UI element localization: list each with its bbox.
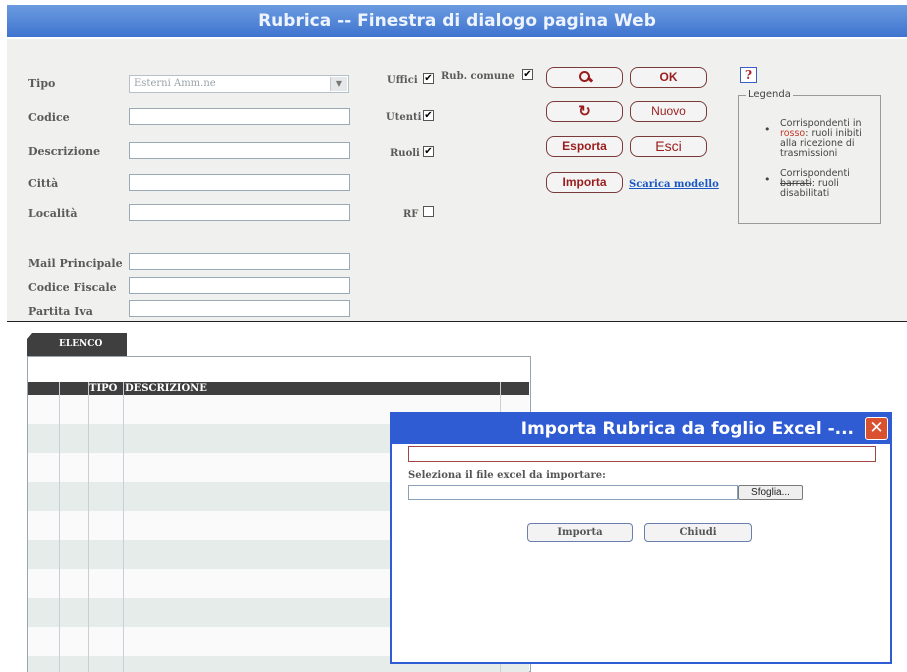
tipo-select[interactable]: Esterni Amm.ne ▼ [129,75,349,93]
form-divider [7,321,907,322]
search-button[interactable] [546,67,623,88]
col-descrizione-header: DESCRIZIONE [125,383,207,394]
ruoli-checkbox[interactable]: ✔ [423,146,434,157]
localita-label: Località [28,207,78,220]
partita-iva-label: Partita Iva [28,305,93,318]
ruoli-label: Ruoli [390,148,420,159]
descrizione-label: Descrizione [28,145,101,158]
dialog-importa-button[interactable]: Importa [527,523,633,542]
mail-principale-input[interactable] [129,253,350,270]
rub-comune-label: Rub. comune [441,71,515,82]
grid-col-divider [88,382,89,672]
ok-button[interactable]: OK [630,67,707,88]
codice-fiscale-input[interactable] [129,277,350,294]
rub-comune-checkbox[interactable]: ✔ [522,69,533,80]
rf-checkbox[interactable] [423,206,434,217]
mail-principale-label: Mail Principale [28,257,123,270]
grid-col-divider [59,382,60,672]
nuovo-button[interactable]: Nuovo [630,101,707,122]
codice-fiscale-label: Codice Fiscale [28,281,117,294]
citta-input[interactable] [129,174,350,191]
grid-header: TIPO DESCRIZIONE [28,382,529,395]
codice-input[interactable] [129,108,350,125]
tipo-label: Tipo [28,77,56,90]
esci-button[interactable]: Esci [630,136,707,157]
importa-button[interactable]: Importa [546,172,623,193]
reset-button[interactable]: ↻ [546,101,623,122]
scarica-modello-link[interactable]: Scarica modello [629,179,719,190]
grid-col-divider [123,382,124,672]
bullet-icon: • [764,123,771,136]
import-dialog-title: Importa Rubrica da foglio Excel -... [392,414,890,444]
file-path-input[interactable] [408,485,738,500]
localita-input[interactable] [129,204,350,221]
partita-iva-input[interactable] [129,300,350,317]
col-tipo-header: TIPO [89,383,118,394]
import-dialog: Importa Rubrica da foglio Excel -... ✕ S… [390,412,892,664]
citta-label: Città [28,177,59,190]
refresh-icon: ↻ [578,103,591,120]
dialog-chiudi-button[interactable]: Chiudi [644,523,752,542]
close-icon[interactable]: ✕ [865,417,888,440]
rf-label: RF [403,209,419,220]
legend-box [738,95,881,224]
descrizione-input[interactable] [129,142,350,159]
help-icon[interactable]: ? [740,67,757,83]
window-title: Rubrica -- Finestra di dialogo pagina We… [7,5,907,37]
uffici-label: Uffici [387,75,418,86]
legend-item-disabilitati: Corrispondenti barrati: ruoli disabilita… [780,169,880,199]
legend-title: Legenda [746,89,793,100]
search-icon [578,70,593,84]
select-file-label: Seleziona il file excel da importare: [408,470,606,481]
utenti-checkbox[interactable]: ✔ [423,110,434,121]
tipo-select-value: Esterni Amm.ne [134,78,216,89]
tab-elenco[interactable]: ELENCO [27,333,127,356]
uffici-checkbox[interactable]: ✔ [423,73,434,84]
utenti-label: Utenti [386,112,422,123]
legend-item-inibiti: Corrispondenti in rosso: ruoli inibiti a… [780,119,880,159]
chevron-down-icon[interactable]: ▼ [330,77,347,91]
bullet-icon: • [764,173,771,186]
esporta-button[interactable]: Esporta [546,136,623,157]
error-message-box [408,446,876,462]
codice-label: Codice [28,111,70,124]
browse-button[interactable]: Sfoglia... [738,485,803,500]
